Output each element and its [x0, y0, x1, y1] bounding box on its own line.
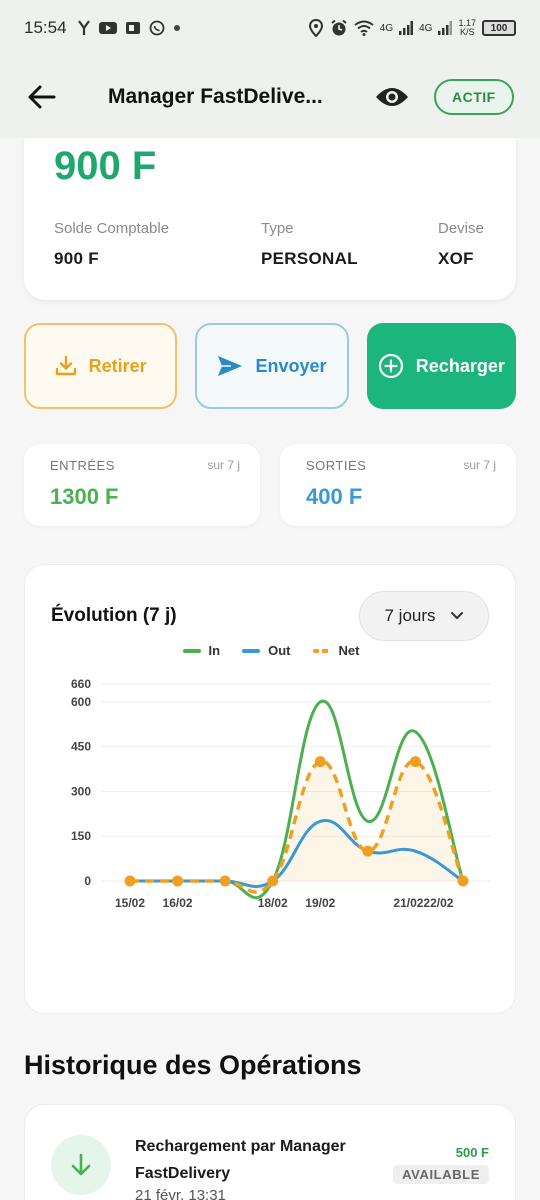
status-bar: 15:54 4G 4G 1.17 K/S 100	[0, 0, 540, 56]
net-point-6	[409, 756, 421, 768]
transaction-date: 21 févr. 13:31	[135, 1187, 226, 1200]
transaction-title: Rechargement par Manager FastDelivery	[135, 1138, 346, 1182]
income-value: 1300 F	[50, 484, 119, 509]
net-speed: 1.17 K/S	[458, 18, 476, 37]
net-point-4	[314, 756, 326, 768]
whatsapp-icon	[149, 20, 164, 36]
send-label: Envoyer	[255, 355, 327, 376]
page-title: Manager FastDelive...	[108, 85, 323, 108]
legend-label-in: In	[208, 643, 221, 658]
y-tick-0: 0	[84, 874, 91, 888]
accounting-balance: Solde Comptable 900 F	[54, 220, 169, 269]
legend-swatch-out	[242, 648, 261, 653]
transaction-type-icon	[51, 1135, 111, 1195]
wifi-icon	[354, 20, 374, 36]
y-tick-150: 150	[71, 829, 91, 843]
system-icons: 4G 4G 1.17 K/S 100	[308, 19, 516, 37]
office-icon	[125, 22, 140, 34]
currency-label: Devise	[438, 220, 484, 237]
network-type-2: 4G	[419, 22, 433, 34]
range-dropdown[interactable]: 7 jours	[359, 591, 489, 641]
income-stat-card: ENTRÉES sur 7 j 1300 F	[24, 444, 260, 526]
account-type-label: Type	[261, 220, 294, 237]
download-icon	[55, 355, 76, 376]
y-tick-300: 300	[71, 784, 91, 798]
evolution-chart-card: Évolution (7 j) 7 jours In Out Net 0 150 3…	[24, 564, 516, 1014]
balance-card: 900 F Solde Comptable 900 F Type PERSONA…	[24, 138, 516, 300]
x-tick-1: 16/02	[163, 896, 193, 910]
x-tick-0: 15/02	[115, 896, 145, 910]
battery-indicator: 100	[482, 20, 516, 36]
legend-swatch-net	[312, 648, 331, 653]
legend-label-out: Out	[268, 643, 291, 658]
status-badge[interactable]: ACTIF	[434, 79, 514, 115]
legend-swatch-in	[182, 648, 201, 653]
status-time: 15:54	[24, 18, 67, 37]
y-tick-600: 600	[71, 695, 91, 709]
app-bar: Manager FastDelive... ACTIF	[0, 56, 540, 138]
income-label: ENTRÉES	[50, 458, 115, 473]
range-value: 7 jours	[384, 606, 436, 625]
income-period: sur 7 j	[207, 458, 240, 472]
evolution-chart: 0 150 300 450 600 660 15/02 16/02 18/02 19/02 21/0…	[71, 677, 491, 910]
signal-icon	[399, 21, 414, 35]
account-type-value: PERSONAL	[261, 249, 358, 268]
alarm-icon	[331, 19, 347, 36]
net-point-0	[124, 875, 136, 887]
eye-icon	[376, 88, 408, 106]
net-point-2	[219, 875, 231, 887]
currency: Devise XOF	[438, 220, 484, 269]
legend-label-net: Net	[338, 643, 360, 658]
net-point-3	[267, 875, 279, 887]
net-point-1	[172, 875, 184, 887]
chevron-down-icon	[450, 612, 463, 619]
legend-item-out[interactable]: Out	[242, 643, 291, 658]
net-point-5	[362, 845, 374, 857]
history-title: Historique des Opérations	[24, 1050, 362, 1080]
transaction-item[interactable]: Rechargement par Manager FastDelivery 21…	[24, 1104, 516, 1200]
chart-title: Évolution (7 j)	[51, 605, 177, 626]
transaction-amount: 500 F	[455, 1145, 489, 1160]
expense-stat-card: SORTIES sur 7 j 400 F	[280, 444, 516, 526]
toggle-visibility-button[interactable]	[372, 77, 412, 117]
arrow-left-icon	[28, 85, 56, 109]
dot-icon	[173, 25, 180, 31]
action-buttons: Retirer Envoyer Recharger	[24, 323, 516, 409]
legend-item-net[interactable]: Net	[312, 643, 360, 658]
accounting-balance-value: 900 F	[54, 249, 99, 268]
arrow-down-icon	[71, 1153, 91, 1176]
currency-value: XOF	[438, 249, 474, 268]
y-tick-660: 660	[71, 677, 91, 691]
stats-row: ENTRÉES sur 7 j 1300 F SORTIES sur 7 j 4…	[24, 444, 516, 526]
expense-value: 400 F	[306, 484, 363, 509]
expense-period: sur 7 j	[463, 458, 496, 472]
location-icon	[308, 19, 323, 37]
x-tick-3: 19/02	[305, 896, 335, 910]
send-button[interactable]: Envoyer	[195, 323, 349, 409]
youtube-icon	[98, 22, 117, 34]
account-type: Type PERSONAL	[261, 220, 358, 269]
send-icon	[218, 356, 243, 376]
x-tick-4: 21/02	[393, 896, 423, 910]
net-point-7	[457, 875, 469, 887]
back-button[interactable]	[24, 79, 60, 115]
withdraw-label: Retirer	[88, 355, 147, 376]
plus-circle-icon	[378, 353, 403, 379]
accounting-balance-label: Solde Comptable	[54, 220, 170, 237]
balance-amount: 900 F	[54, 144, 157, 188]
notification-icons	[77, 20, 181, 36]
x-tick-5: 22/02	[423, 896, 453, 910]
x-tick-2: 18/02	[258, 896, 288, 910]
expense-label: SORTIES	[306, 458, 367, 473]
withdraw-button[interactable]: Retirer	[24, 323, 178, 409]
network-type-1: 4G	[379, 22, 394, 34]
signal-icon-2	[438, 21, 453, 35]
y-tick-450: 450	[71, 740, 91, 754]
legend-item-in[interactable]: In	[182, 643, 221, 658]
chart-legend: In Out Net	[25, 643, 517, 658]
transaction-status-badge: AVAILABLE	[393, 1165, 489, 1184]
app-notification-icon	[77, 20, 90, 35]
topup-button[interactable]: Recharger	[366, 323, 516, 409]
topup-label: Recharger	[415, 355, 505, 376]
